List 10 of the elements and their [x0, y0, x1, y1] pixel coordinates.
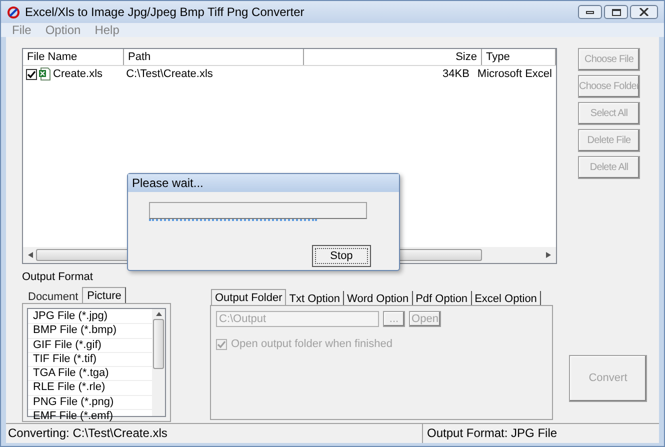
window-title: Excel/Xls to Image Jpg/Jpeg Bmp Tiff Png Converter [25, 4, 304, 21]
table-cell-text: 34KB [442, 66, 470, 82]
table-cell-text: Microsoft Excel [476, 66, 553, 82]
table-cell-text: Create.xls [53, 66, 103, 82]
dialog-title: Please wait... [132, 175, 204, 192]
status-text: Converting: C:\Test\Create.xls [6, 424, 423, 443]
table-cell-text: C:\Test\Create.xls [125, 66, 214, 82]
section-label: Output Format [22, 270, 93, 284]
checkbox-label: Open output folder when finished [231, 337, 392, 352]
status-text: Output Format: JPG File [426, 425, 558, 442]
